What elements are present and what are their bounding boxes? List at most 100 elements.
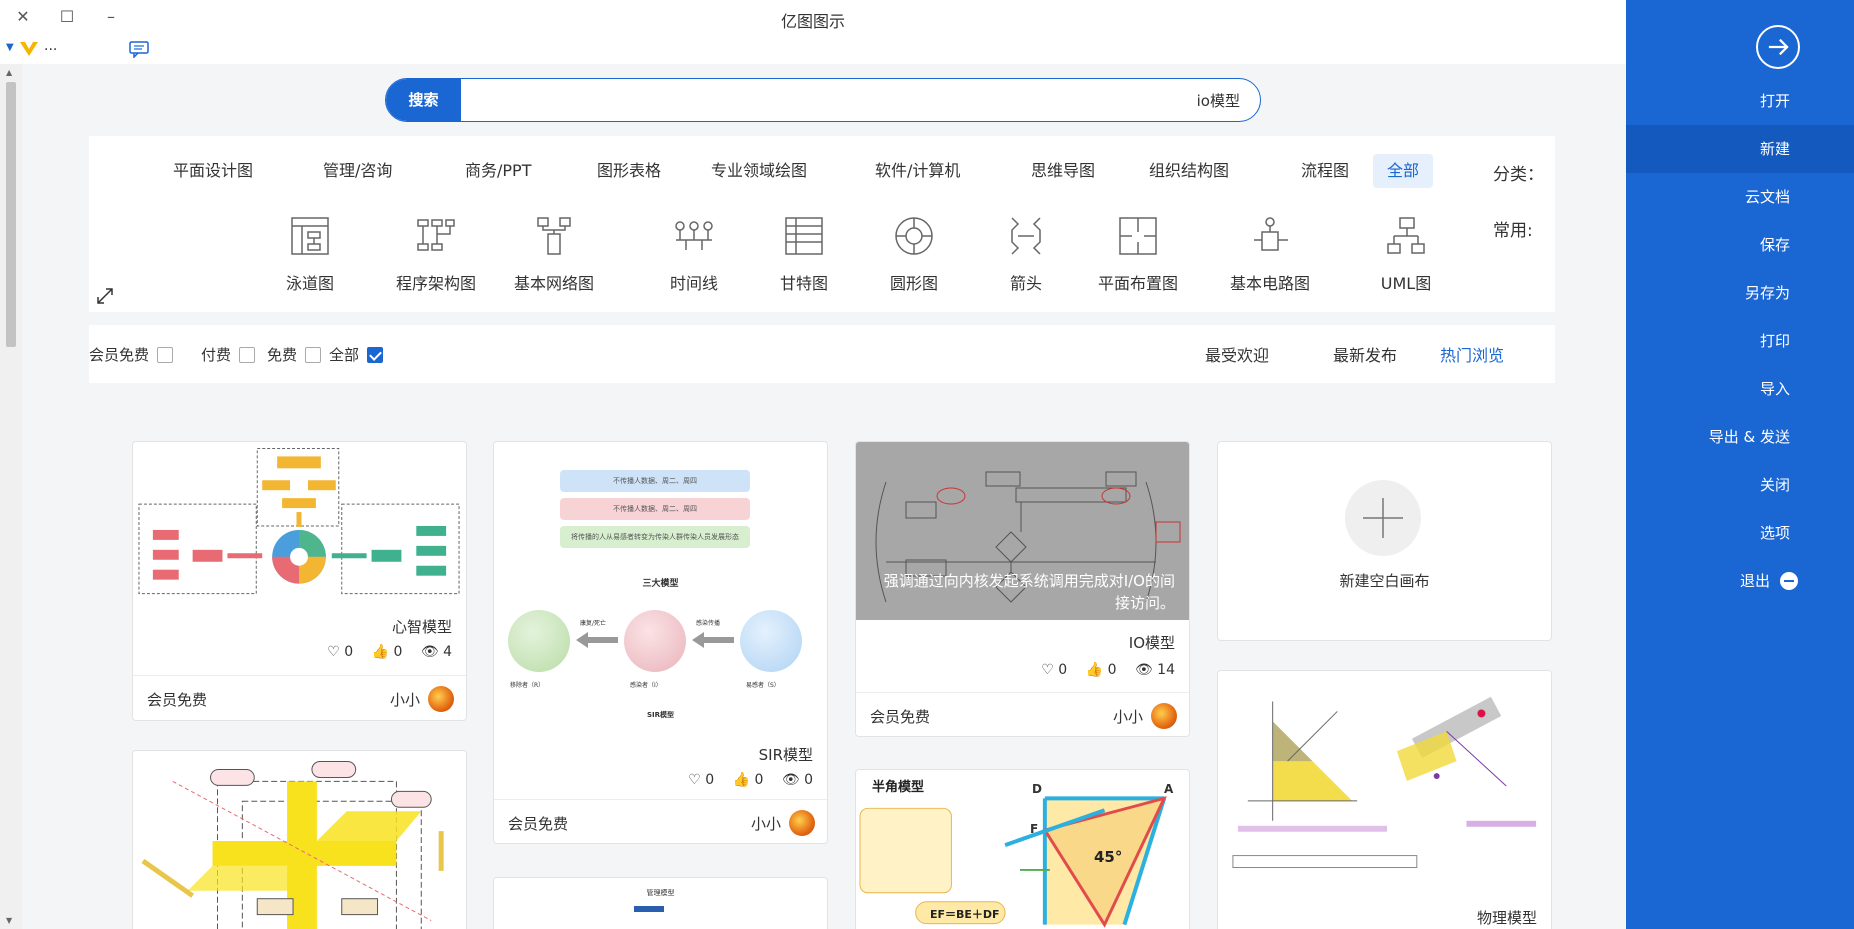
tab-hot-browse[interactable]: 热门浏览 xyxy=(1440,342,1504,366)
common-gantt[interactable]: 甘特图 xyxy=(759,214,849,294)
sidebar-item-import[interactable]: 导入 xyxy=(1626,365,1854,413)
sidebar-item-close[interactable]: 关闭 xyxy=(1626,461,1854,509)
template-thumbnail: 不传播人数据、周二、周四 不传播人数据、周二、周四 将传播的人从易感者转变为传染… xyxy=(494,442,827,742)
category-graphic-tables[interactable]: 图形表格 xyxy=(583,154,675,188)
more-icon[interactable]: ... xyxy=(44,38,57,54)
category-org-chart[interactable]: 组织结构图 xyxy=(1135,154,1243,188)
network-icon xyxy=(537,217,571,255)
common-uml[interactable]: UML图 xyxy=(1361,214,1451,294)
sidebar-item-export-send[interactable]: 导出 & 发送 xyxy=(1626,413,1854,461)
close-icon[interactable]: ✕ xyxy=(8,4,38,30)
like-icon[interactable]: 👍 0 xyxy=(1086,662,1117,678)
category-label: 分类： xyxy=(1493,165,1544,185)
common-floor-plan[interactable]: 平面布置图 xyxy=(1093,214,1183,294)
common-arrow[interactable]: 箭头 xyxy=(981,214,1071,294)
point-f-label: F xyxy=(1030,822,1039,836)
feedback-icon[interactable] xyxy=(128,40,150,58)
expand-icon[interactable] xyxy=(95,286,115,306)
filter-free[interactable]: 免费 xyxy=(267,344,322,365)
thumb-heading: 管理模型 xyxy=(646,889,675,897)
search-button[interactable]: 搜索 xyxy=(386,79,461,121)
minimize-icon[interactable]: – xyxy=(96,4,126,30)
common-swimlane[interactable]: 泳道图 xyxy=(265,214,355,294)
timeline-icon xyxy=(675,221,713,250)
favorite-icon[interactable]: ♡ 0 xyxy=(327,644,353,660)
template-card[interactable]: 不传播人数据、周二、周四 不传播人数据、周二、周四 将传播的人从易感者转变为传染… xyxy=(493,441,828,844)
author-avatar[interactable] xyxy=(1151,703,1177,729)
search-input[interactable] xyxy=(466,79,1246,121)
category-management[interactable]: 管理/咨询 xyxy=(309,154,406,188)
template-card[interactable]: 管理模型 xyxy=(493,877,828,929)
sidebar-item-open[interactable]: 打开 xyxy=(1626,77,1854,125)
tab-most-popular[interactable]: 最受欢迎 xyxy=(1205,342,1269,366)
favorite-icon[interactable]: ♡ 0 xyxy=(1041,662,1067,678)
category-flowchart[interactable]: 流程图 xyxy=(1287,154,1363,188)
formula-label: EF＝BE＋DF xyxy=(930,908,1000,921)
thumb-heading: 三大模型 xyxy=(642,579,679,589)
sidebar-item-options[interactable]: 选项 xyxy=(1626,509,1854,557)
author-name[interactable]: 小小 xyxy=(1113,706,1143,727)
scroll-up-icon[interactable]: ▲ xyxy=(6,68,12,77)
template-card[interactable]: 强调通过向内核发起系统调用完成对I/O的间接访问。 IO模型 ♡ 0 👍 0 👁… xyxy=(855,441,1190,737)
plus-icon xyxy=(1345,480,1421,556)
card-footer: 会员免费 小小 xyxy=(133,675,466,720)
sir-circle-susceptible xyxy=(740,610,802,672)
checkbox-checked[interactable] xyxy=(367,347,384,363)
like-icon[interactable]: 👍 0 xyxy=(372,644,403,660)
category-professional[interactable]: 专业领域绘图 xyxy=(697,154,821,188)
common-circuit[interactable]: 基本电路图 xyxy=(1225,214,1315,294)
sidebar-item-print[interactable]: 打印 xyxy=(1626,317,1854,365)
author-avatar[interactable] xyxy=(428,686,454,712)
tab-latest[interactable]: 最新发布 xyxy=(1333,342,1397,366)
scroll-down-icon[interactable]: ▼ xyxy=(6,916,12,925)
common-timeline[interactable]: 时间线 xyxy=(649,214,739,294)
template-card[interactable]: 物理模型 xyxy=(1217,670,1552,929)
sir-circle-recovered xyxy=(508,610,570,672)
sidebar-item-save-as[interactable]: 另存为 xyxy=(1626,269,1854,317)
checkbox[interactable] xyxy=(239,347,256,363)
sidebar-item-save[interactable]: 保存 xyxy=(1626,221,1854,269)
common-network[interactable]: 基本网络图 xyxy=(509,214,599,294)
card-stats: ♡ 0 👍 0 👁 14 xyxy=(1027,662,1175,678)
author-name[interactable]: 小小 xyxy=(751,813,781,834)
template-thumbnail: 强调通过向内核发起系统调用完成对I/O的间接访问。 xyxy=(856,442,1189,620)
checkbox[interactable] xyxy=(305,347,322,363)
thumb-box: 不传播人数据、周二、周四 xyxy=(560,498,750,520)
sir-circle-infected xyxy=(624,610,686,672)
new-blank-canvas-card[interactable]: 新建空白画布 xyxy=(1217,441,1552,641)
template-card[interactable]: 心智模型 ♡ 0 👍 0 👁 4 会员免费 小小 xyxy=(132,441,467,721)
sidebar-item-exit[interactable]: 退出 xyxy=(1626,557,1854,605)
sidebar-item-new[interactable]: 新建 xyxy=(1626,125,1854,173)
author-name[interactable]: 小小 xyxy=(390,689,420,710)
chevron-down-icon[interactable]: ▼ xyxy=(6,42,14,53)
sidebar-item-cloud-docs[interactable]: 云文档 xyxy=(1626,173,1854,221)
search-bar: 搜索 xyxy=(385,78,1261,122)
app-logo-icon[interactable] xyxy=(18,39,40,59)
category-mind-map[interactable]: 思维导图 xyxy=(1017,154,1109,188)
category-graphic-design[interactable]: 平面设计图 xyxy=(159,154,267,188)
circuit-icon xyxy=(1254,217,1288,251)
template-card[interactable]: 半角模型 45° EF＝BE＋DF D A F xyxy=(855,769,1190,929)
common-circle[interactable]: 圆形图 xyxy=(869,214,959,294)
filter-all[interactable]: 全部 xyxy=(329,344,384,365)
common-program-architecture[interactable]: 程序架构图 xyxy=(391,214,481,294)
like-icon[interactable]: 👍 0 xyxy=(733,772,764,788)
favorite-icon[interactable]: ♡ 0 xyxy=(688,772,714,788)
circle-chart-icon xyxy=(895,217,933,255)
author-avatar[interactable] xyxy=(789,810,815,836)
filter-paid[interactable]: 付费 xyxy=(201,344,256,365)
card-stats: ♡ 0 👍 0 👁 4 xyxy=(313,644,452,660)
scrollbar-thumb[interactable] xyxy=(6,82,16,347)
price-label: 会员免费 xyxy=(147,691,208,709)
category-business-ppt[interactable]: 商务/PPT xyxy=(451,154,545,188)
point-a-label: A xyxy=(1164,782,1174,796)
category-all[interactable]: 全部 xyxy=(1373,154,1434,188)
back-arrow-icon[interactable] xyxy=(1756,25,1800,69)
filter-member-free[interactable]: 会员免费 xyxy=(89,344,174,365)
vertical-scrollbar[interactable]: ▲ ▼ xyxy=(0,64,22,929)
template-card[interactable] xyxy=(132,750,467,929)
common-label: 常用: xyxy=(1493,221,1533,241)
checkbox[interactable] xyxy=(157,347,174,363)
category-software[interactable]: 软件/计算机 xyxy=(861,154,974,188)
maximize-icon[interactable]: ☐ xyxy=(52,4,82,30)
